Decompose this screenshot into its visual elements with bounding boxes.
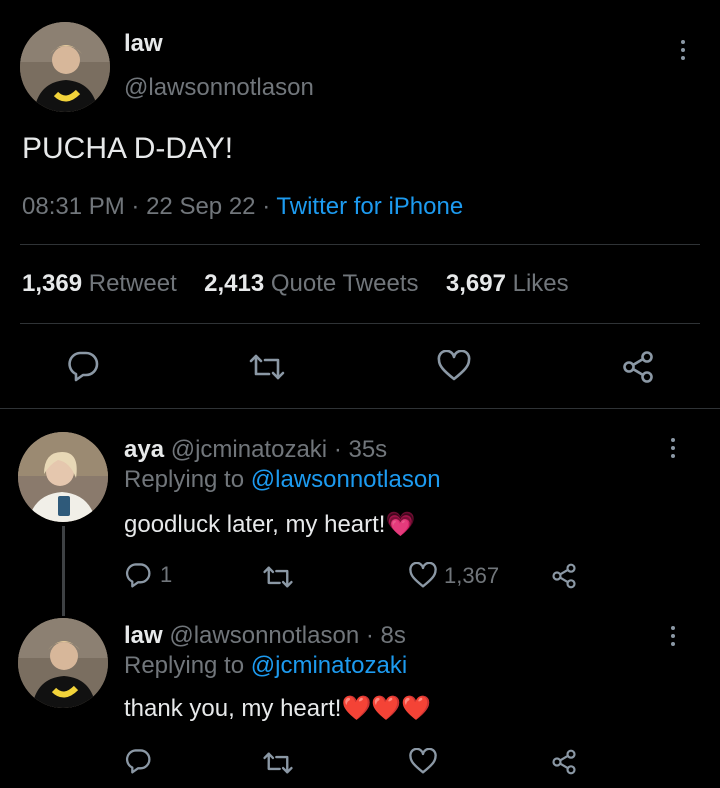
reply-text-body: thank you, my heart! (124, 695, 342, 722)
heart-emoji: 💗 (385, 511, 416, 538)
meta-separator: · (262, 193, 271, 220)
more-icon[interactable] (668, 438, 678, 458)
author-avatar[interactable] (20, 22, 110, 112)
divider (20, 244, 700, 245)
reply-icon[interactable] (124, 748, 152, 774)
tweet-stats: 1,369 Retweet 2,413 Quote Tweets 3,697 L… (22, 270, 569, 298)
quotes-label: Quote Tweets (270, 270, 419, 297)
reply-avatar[interactable] (18, 432, 108, 522)
replying-to: Replying to @jcminatozaki (124, 652, 407, 680)
reply-text: goodluck later, my heart!💗 (124, 510, 415, 539)
share-icon[interactable] (620, 350, 656, 384)
replying-to-handle[interactable]: @jcminatozaki (251, 652, 407, 679)
replying-to-label: Replying to (124, 652, 245, 679)
like-icon (408, 562, 438, 589)
reply-header: law @lawsonnotlason · 8s (124, 622, 406, 650)
like-icon[interactable] (436, 350, 472, 382)
retweets-count: 1,369 (22, 270, 83, 297)
reply-avatar[interactable] (18, 618, 108, 708)
tweet-source[interactable]: Twitter for iPhone (276, 193, 463, 220)
replying-to-label: Replying to (124, 466, 245, 493)
share-icon[interactable] (550, 748, 578, 776)
thread-line (62, 526, 65, 616)
more-icon[interactable] (668, 626, 678, 646)
reply-count: 1 (160, 562, 173, 587)
quotes-stat[interactable]: 2,413 Quote Tweets (204, 270, 425, 297)
replying-to: Replying to @lawsonnotlason (124, 466, 441, 494)
reply-author-name[interactable]: aya (124, 436, 164, 463)
replying-to-handle[interactable]: @lawsonnotlason (251, 466, 441, 493)
retweet-icon[interactable] (262, 564, 294, 590)
retweet-icon[interactable] (262, 750, 294, 776)
tweet-date[interactable]: 22 Sep 22 (146, 193, 255, 220)
reply-header: aya @jcminatozaki · 35s (124, 436, 387, 464)
reply-author-handle[interactable]: @jcminatozaki (171, 436, 327, 463)
author-name[interactable]: law (124, 30, 163, 58)
tweet-meta: 08:31 PM · 22 Sep 22 · Twitter for iPhon… (22, 193, 463, 221)
quotes-count: 2,413 (204, 270, 265, 297)
tweet-text: PUCHA D-DAY! (22, 132, 234, 165)
likes-stat[interactable]: 3,697 Likes (446, 270, 569, 297)
divider (0, 408, 720, 409)
reply-icon (124, 562, 152, 588)
retweets-label: Retweet (88, 270, 177, 297)
retweets-stat[interactable]: 1,369 Retweet (22, 270, 183, 297)
like-icon[interactable] (408, 748, 438, 775)
likes-label: Likes (512, 270, 569, 297)
reply-action-reply[interactable]: 1 (124, 562, 172, 588)
divider (20, 323, 700, 324)
reply-icon[interactable] (66, 350, 100, 382)
reply-text: thank you, my heart!❤️❤️❤️ (124, 694, 431, 723)
reply-author-handle[interactable]: @lawsonnotlason (169, 622, 359, 649)
author-handle[interactable]: @lawsonnotlason (124, 74, 314, 102)
reply-time: · 8s (365, 622, 406, 649)
retweet-icon[interactable] (248, 352, 286, 382)
reply-text-body: goodluck later, my heart! (124, 511, 386, 538)
share-icon[interactable] (550, 562, 578, 590)
more-icon[interactable] (678, 40, 688, 60)
reply-author-name[interactable]: law (124, 622, 163, 649)
likes-count: 3,697 (445, 270, 506, 297)
reply-action-like[interactable]: 1,367 (408, 562, 499, 589)
reply-time: · 35s (333, 436, 388, 463)
hearts-emoji: ❤️❤️❤️ (341, 695, 432, 722)
tweet-time: 08:31 PM (22, 193, 125, 220)
like-count: 1,367 (444, 562, 500, 588)
meta-separator: · (131, 193, 140, 220)
